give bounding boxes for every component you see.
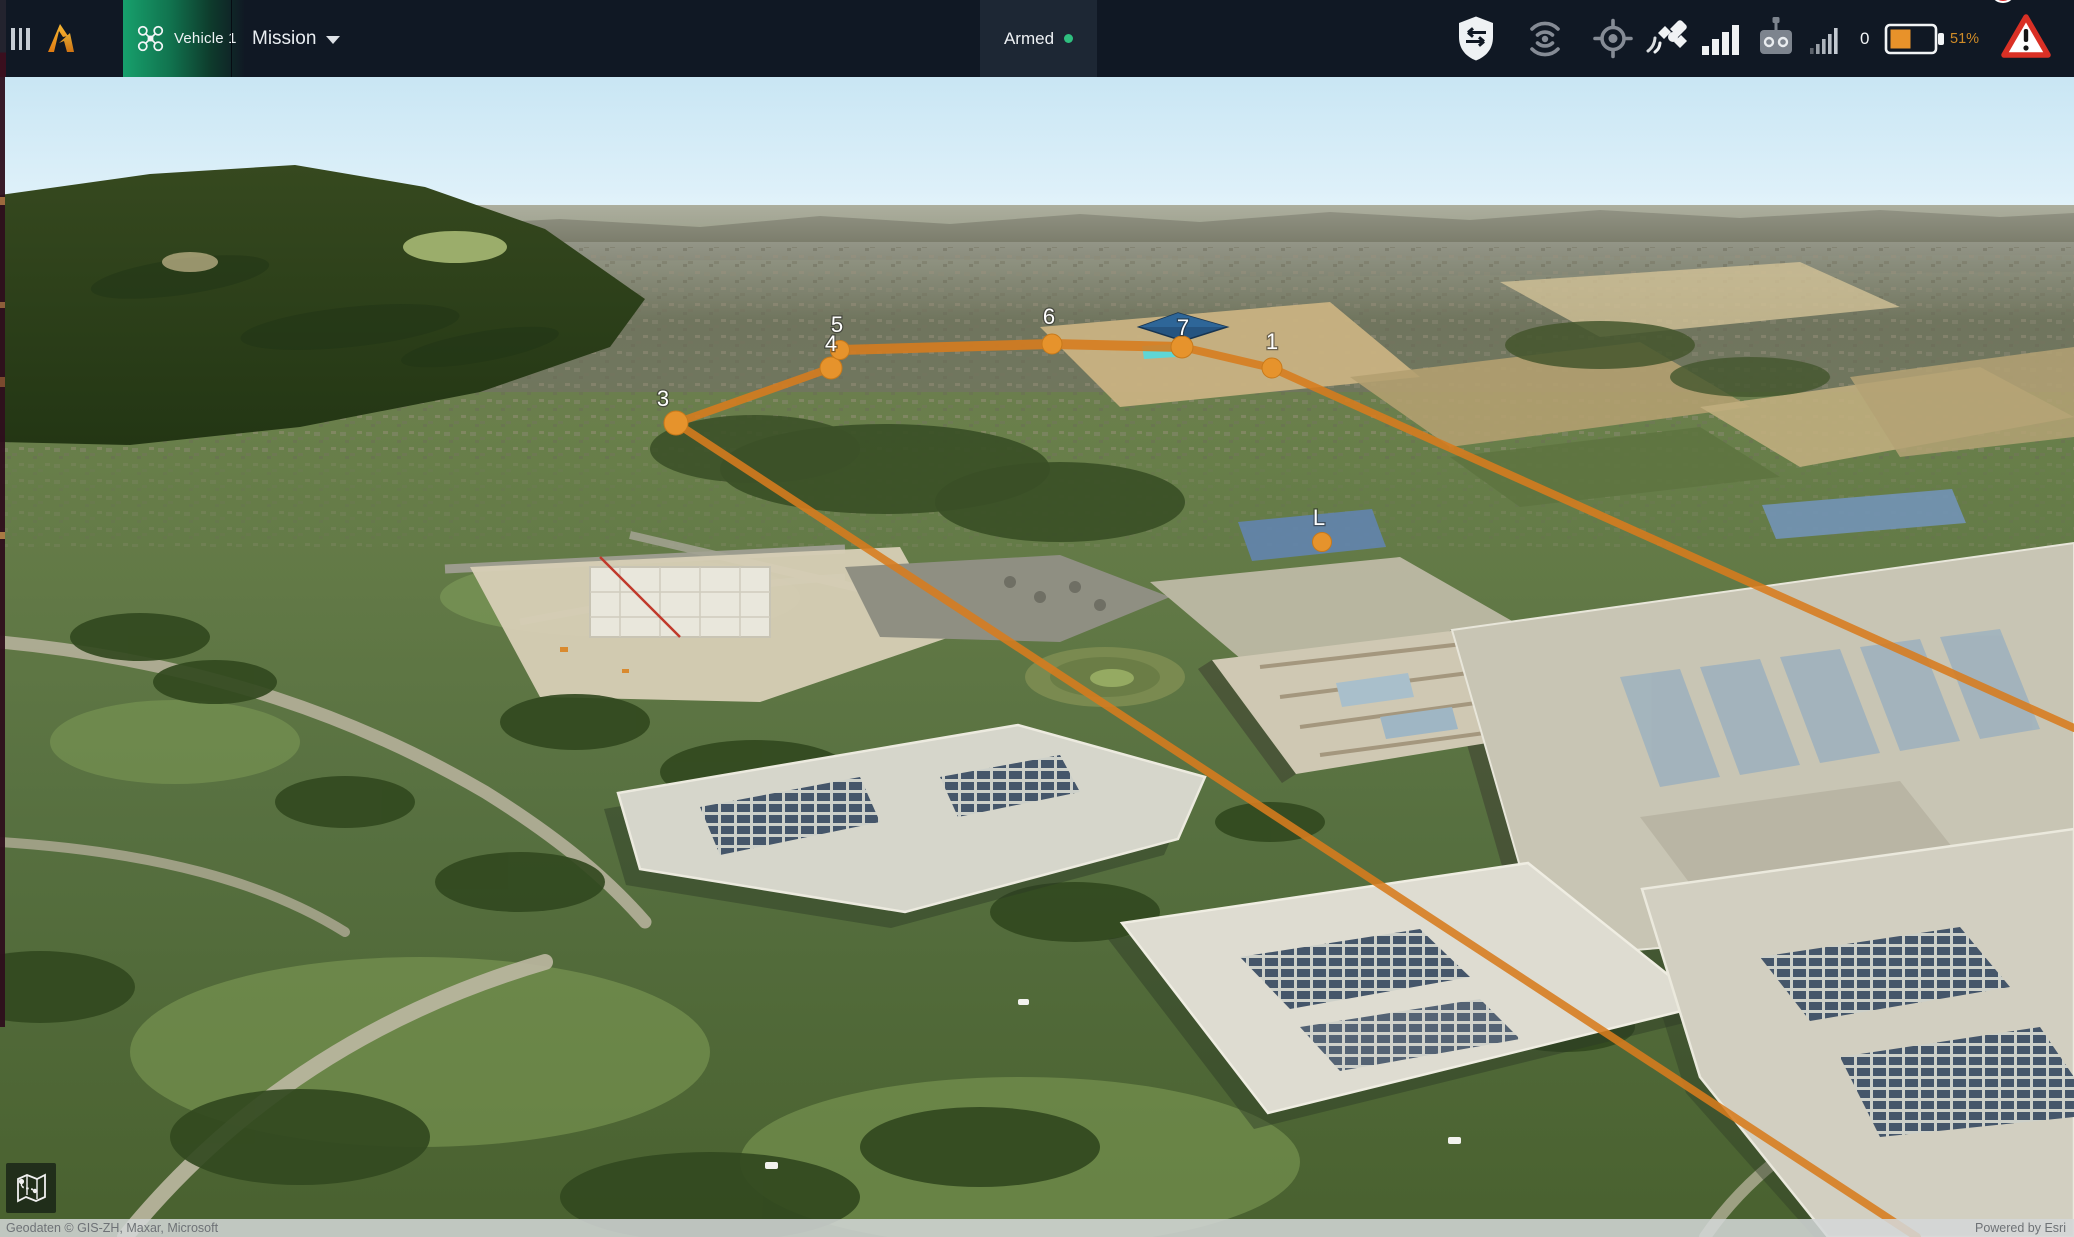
rc-signal-strength	[1810, 0, 1844, 77]
folded-map-icon	[13, 1170, 49, 1206]
battery-status[interactable]	[1884, 0, 1946, 77]
esri-credit-text: Powered by Esri	[1975, 1221, 2066, 1235]
gps-lock-button[interactable]	[1592, 0, 1634, 77]
menu-button[interactable]	[11, 27, 37, 51]
divider	[231, 0, 232, 77]
alerts-button[interactable]: 14	[2000, 0, 2052, 77]
rc-controller-icon	[1756, 14, 1796, 64]
battery-icon	[1884, 22, 1946, 56]
armed-indicator-dot	[1064, 34, 1073, 43]
armed-status[interactable]: Armed	[980, 0, 1097, 77]
alert-count-badge: 14	[1990, 0, 2016, 3]
map-attribution-bar: Geodaten © GIS-ZH, Maxar, Microsoft Powe…	[0, 1219, 2074, 1237]
gnss-signal-strength	[1702, 0, 1744, 77]
mission-path-line	[840, 344, 1052, 350]
safety-shield-button[interactable]	[1456, 0, 1496, 77]
gcs-app: { "topbar": { "vehicle_label": "Vehicle …	[0, 0, 2074, 1237]
armed-status-label: Armed	[1004, 29, 1054, 49]
top-bar: Vehicle 1 Mission Armed	[0, 0, 2074, 77]
mission-path-line	[1052, 344, 1182, 347]
gnss-status[interactable]	[1646, 0, 1700, 77]
mission-menu-label: Mission	[252, 28, 316, 50]
shield-icon	[1456, 15, 1496, 62]
waypoint-marker-4[interactable]	[820, 357, 842, 379]
telemetry-signal-icon	[1524, 15, 1566, 62]
left-edge-strip	[0, 0, 6, 77]
telemetry-link-button[interactable]	[1524, 0, 1566, 77]
app-logo	[46, 21, 76, 55]
waypoint-marker-6[interactable]	[1042, 334, 1062, 354]
mission-menu[interactable]: Mission	[252, 0, 340, 77]
counter-value: 0	[1860, 0, 1869, 77]
vehicle-selector[interactable]: Vehicle 1	[123, 0, 245, 77]
drone-icon	[137, 25, 164, 52]
terrain-canvas[interactable]: 134567L	[0, 77, 2074, 1237]
waypoint-marker-L[interactable]	[1313, 533, 1332, 552]
signal-bars-icon	[1702, 22, 1744, 56]
thin-signal-bars-icon	[1810, 22, 1844, 56]
satellite-icon	[1646, 13, 1700, 65]
map-3d-view[interactable]: 134567L Geodaten © GIS-ZH, Maxar, Micros…	[0, 77, 2074, 1237]
waypoint-marker-1[interactable]	[1262, 358, 1282, 378]
status-cluster: 0 51% 14	[1434, 0, 2074, 77]
map-mode-button[interactable]	[6, 1163, 56, 1213]
map-attribution-text: Geodaten © GIS-ZH, Maxar, Microsoft	[6, 1221, 218, 1235]
battery-percent-label: 51%	[1950, 0, 1979, 77]
vehicle-label: Vehicle 1	[174, 30, 237, 47]
waypoint-marker-3[interactable]	[664, 411, 688, 435]
auterion-logo-icon	[46, 21, 76, 55]
waypoint-marker-5[interactable]	[831, 341, 850, 360]
waypoint-marker-7[interactable]	[1171, 336, 1193, 358]
rc-status[interactable]	[1756, 0, 1796, 77]
gps-crosshair-icon	[1592, 15, 1634, 62]
warning-triangle-icon	[2000, 12, 2052, 60]
chevron-down-icon	[326, 36, 340, 44]
